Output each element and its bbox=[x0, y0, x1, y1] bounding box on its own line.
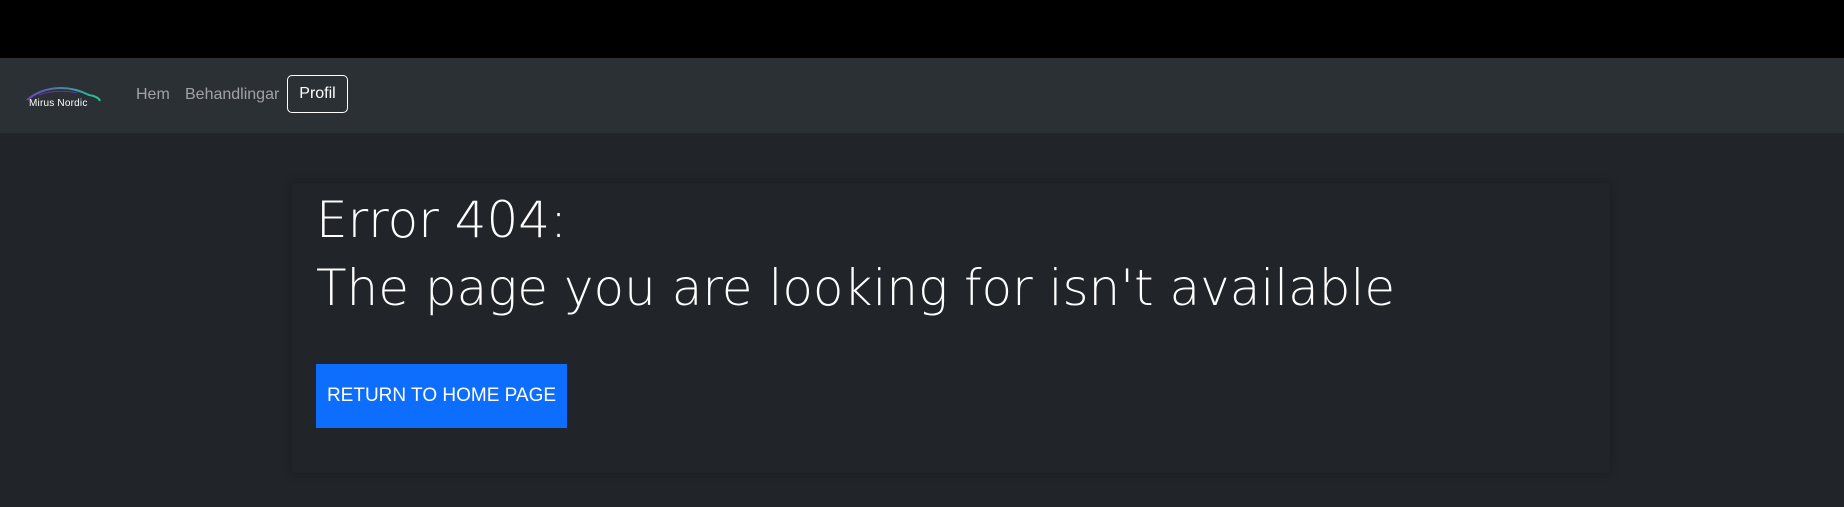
nav-item-behandlingar[interactable]: Behandlingar bbox=[185, 86, 279, 104]
error-heading: Error 404: bbox=[316, 191, 567, 249]
error-title: Error 404: The page you are looking for i… bbox=[316, 186, 1395, 322]
brand-name: Mirus Nordic bbox=[29, 98, 88, 109]
nav-item-hem[interactable]: Hem bbox=[136, 86, 170, 104]
nav-item-profil[interactable]: Profil bbox=[287, 75, 348, 113]
error-message: The page you are looking for isn't avail… bbox=[316, 259, 1396, 317]
window-top-bar bbox=[0, 0, 1844, 58]
navbar: Mirus Nordic Hem Behandlingar Profil bbox=[0, 58, 1844, 133]
return-home-button[interactable]: RETURN TO HOME PAGE bbox=[316, 364, 567, 428]
brand-logo[interactable]: Mirus Nordic bbox=[25, 83, 101, 113]
